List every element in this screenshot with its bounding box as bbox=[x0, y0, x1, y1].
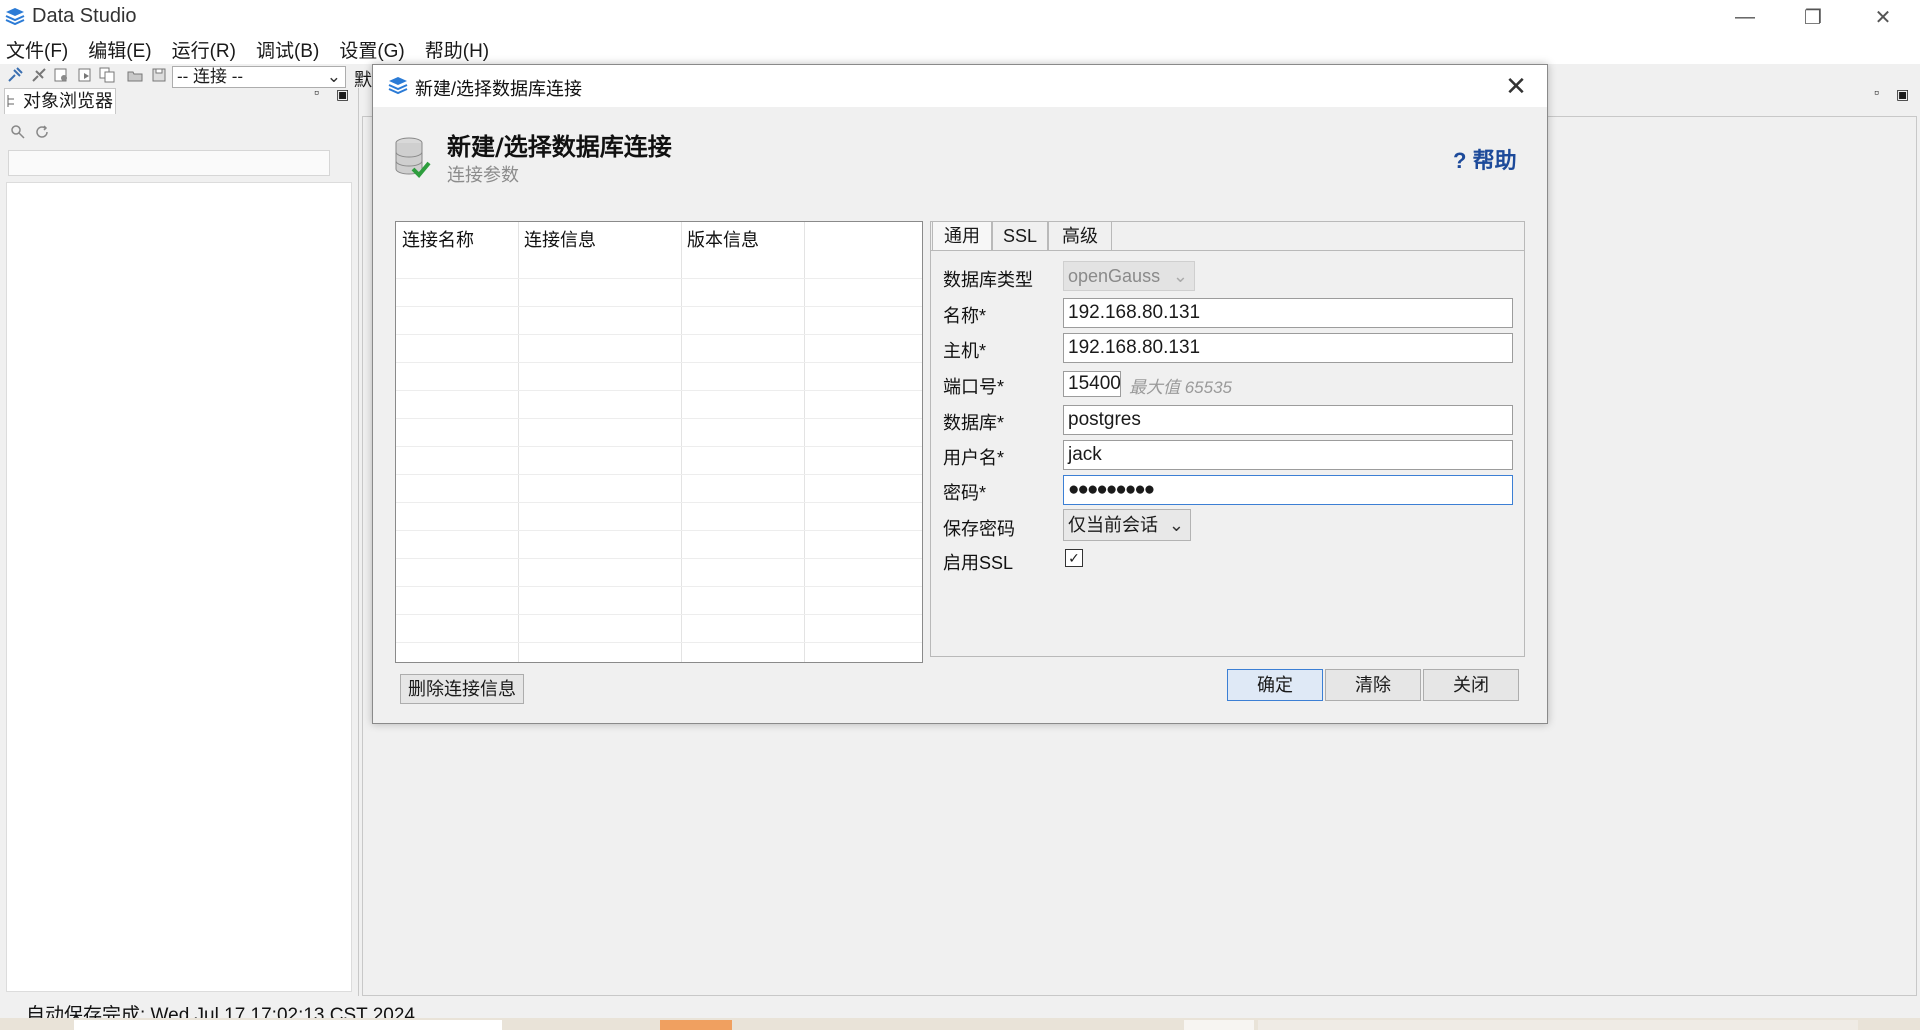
table-row bbox=[396, 558, 922, 559]
refresh-icon[interactable] bbox=[34, 124, 50, 140]
password-label: 密码* bbox=[943, 483, 987, 503]
connect-icon[interactable] bbox=[6, 66, 24, 84]
tab-ssl[interactable]: SSL bbox=[992, 221, 1048, 251]
table-row bbox=[396, 418, 922, 419]
menu-help[interactable]: 帮助(H) bbox=[419, 36, 495, 63]
maximize-editor-icon[interactable]: ▣ bbox=[1896, 86, 1909, 103]
connection-dialog: 新建/选择数据库连接 ✕ 新建/选择数据库连接 连接参数 ? 帮助 连接名称 连… bbox=[372, 64, 1548, 724]
table-row bbox=[396, 390, 922, 391]
connection-table[interactable]: 连接名称 连接信息 版本信息 bbox=[395, 221, 923, 663]
app-title: Data Studio bbox=[32, 5, 137, 27]
chevron-down-icon: ⌄ bbox=[326, 67, 341, 86]
table-row bbox=[396, 334, 922, 335]
username-field[interactable]: jack bbox=[1063, 440, 1513, 470]
username-label: 用户名* bbox=[943, 448, 1005, 468]
tab-advanced[interactable]: 高级 bbox=[1048, 221, 1112, 251]
app-titlebar bbox=[0, 0, 1920, 34]
db-type-select[interactable]: openGauss ⌄ bbox=[1063, 261, 1195, 291]
dialog-heading: 新建/选择数据库连接 bbox=[447, 133, 672, 161]
help-link[interactable]: ? 帮助 bbox=[1453, 143, 1517, 175]
save-password-select[interactable]: 仅当前会话 ⌄ bbox=[1063, 509, 1191, 541]
enable-ssl-label: 启用SSL bbox=[943, 553, 1014, 573]
minimize-editor-icon[interactable]: ▫ bbox=[1874, 84, 1879, 100]
db-type-label: 数据库类型 bbox=[943, 270, 1033, 290]
search-icon[interactable] bbox=[10, 124, 26, 140]
execute-icon[interactable] bbox=[76, 66, 94, 84]
port-hint: 最大值 65535 bbox=[1129, 378, 1232, 397]
table-row bbox=[396, 642, 922, 643]
help-label: 帮助 bbox=[1472, 148, 1517, 173]
table-row bbox=[396, 586, 922, 587]
table-row bbox=[396, 614, 922, 615]
minimize-panel-icon[interactable]: ▫ bbox=[314, 84, 319, 100]
dialog-close-icon[interactable]: ✕ bbox=[1501, 71, 1531, 101]
enable-ssl-checkbox[interactable]: ✓ bbox=[1065, 549, 1083, 567]
menu-debug[interactable]: 调试(B) bbox=[250, 36, 325, 63]
table-row bbox=[396, 530, 922, 531]
table-row bbox=[396, 474, 922, 475]
object-search-input[interactable] bbox=[8, 150, 330, 176]
chevron-down-icon: ⌄ bbox=[1172, 266, 1188, 286]
db-type-value: openGauss bbox=[1068, 266, 1161, 286]
name-label: 名称* bbox=[943, 306, 987, 326]
database-connect-icon bbox=[395, 137, 431, 178]
save-password-label: 保存密码 bbox=[943, 519, 1015, 539]
tree-icon bbox=[7, 95, 14, 107]
host-label: 主机* bbox=[943, 341, 987, 361]
object-browser-tab[interactable]: 对象浏览器 bbox=[4, 88, 116, 114]
object-browser-title: 对象浏览器 bbox=[23, 91, 113, 111]
clear-button[interactable]: 清除 bbox=[1325, 669, 1421, 701]
column-header-version[interactable]: 版本信息 bbox=[687, 226, 759, 252]
column-divider bbox=[681, 222, 682, 662]
connection-combo-value: -- 连接 -- bbox=[177, 67, 244, 86]
database-label: 数据库* bbox=[943, 413, 1005, 433]
close-button[interactable]: 关闭 bbox=[1423, 669, 1519, 701]
name-field[interactable]: 192.168.80.131 bbox=[1063, 298, 1513, 328]
table-row bbox=[396, 278, 922, 279]
tab-divider bbox=[930, 250, 1525, 251]
taskbar-strip bbox=[0, 1018, 1920, 1030]
column-header-info[interactable]: 连接信息 bbox=[524, 226, 596, 252]
help-icon: ? bbox=[1453, 148, 1467, 173]
menu-edit[interactable]: 编辑(E) bbox=[82, 36, 157, 63]
host-field[interactable]: 192.168.80.131 bbox=[1063, 333, 1513, 363]
column-divider bbox=[518, 222, 519, 662]
save-password-value: 仅当前会话 bbox=[1068, 515, 1158, 535]
menu-run[interactable]: 运行(R) bbox=[166, 36, 242, 63]
table-row bbox=[396, 446, 922, 447]
data-studio-logo-icon bbox=[5, 8, 25, 26]
ok-button[interactable]: 确定 bbox=[1227, 669, 1323, 701]
copy-icon[interactable] bbox=[98, 66, 116, 84]
table-row bbox=[396, 306, 922, 307]
object-tree[interactable] bbox=[6, 182, 352, 992]
dialog-title: 新建/选择数据库连接 bbox=[415, 79, 583, 99]
connection-combo[interactable]: -- 连接 -- ⌄ bbox=[172, 66, 346, 88]
table-row bbox=[396, 502, 922, 503]
password-field[interactable]: ●●●●●●●●● bbox=[1063, 475, 1513, 505]
delete-connection-button[interactable]: 删除连接信息 bbox=[400, 674, 524, 704]
menu-settings[interactable]: 设置(G) bbox=[333, 36, 410, 63]
new-query-icon[interactable] bbox=[52, 66, 70, 84]
chevron-down-icon: ⌄ bbox=[1168, 515, 1184, 535]
menubar: 文件(F) 编辑(E) 运行(R) 调试(B) 设置(G) 帮助(H) bbox=[0, 34, 1920, 64]
maximize-panel-icon[interactable]: ▣ bbox=[336, 86, 349, 103]
database-field[interactable]: postgres bbox=[1063, 405, 1513, 435]
open-folder-icon[interactable] bbox=[126, 66, 144, 84]
menu-file[interactable]: 文件(F) bbox=[0, 36, 74, 63]
tab-general[interactable]: 通用 bbox=[932, 221, 992, 251]
minimize-icon[interactable]: — bbox=[1710, 0, 1780, 34]
dialog-subheading: 连接参数 bbox=[447, 165, 519, 185]
close-window-icon[interactable]: ✕ bbox=[1848, 0, 1918, 34]
table-row bbox=[396, 362, 922, 363]
column-divider bbox=[804, 222, 805, 662]
disconnect-icon[interactable] bbox=[30, 66, 48, 84]
save-icon[interactable] bbox=[150, 66, 168, 84]
column-header-name[interactable]: 连接名称 bbox=[402, 226, 474, 252]
port-label: 端口号* bbox=[943, 377, 1005, 397]
restore-icon[interactable]: ❐ bbox=[1778, 0, 1848, 34]
data-studio-logo-icon bbox=[388, 77, 408, 95]
port-field[interactable]: 15400 bbox=[1063, 371, 1121, 397]
checkmark-icon: ✓ bbox=[1068, 550, 1080, 566]
